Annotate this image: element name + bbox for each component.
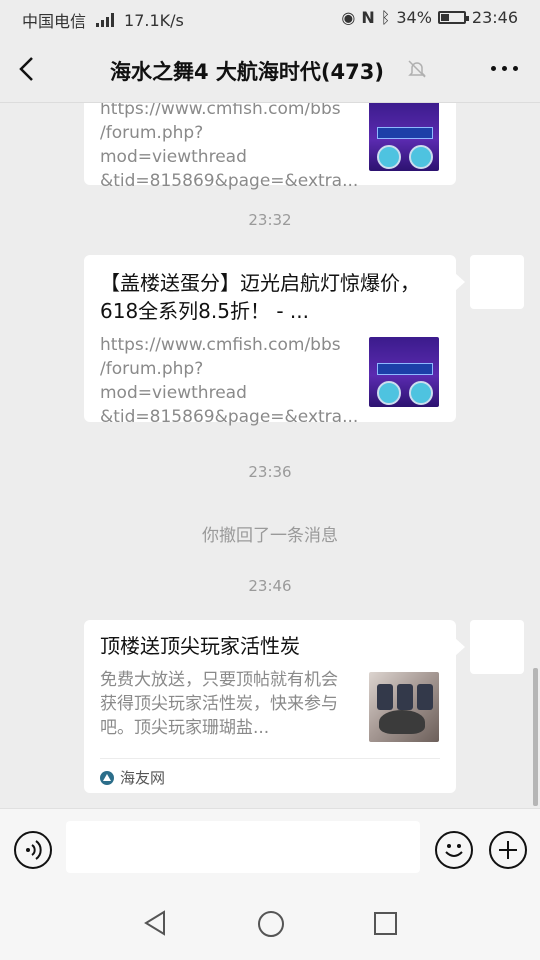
nfc-icon: N <box>361 8 375 27</box>
link-thumbnail <box>369 337 439 407</box>
more-dot <box>491 66 496 71</box>
recent-square-icon[interactable] <box>374 912 397 935</box>
timestamp: 23:36 <box>248 463 292 481</box>
link-card[interactable]: 【盖楼送蛋分】迈光启航灯惊爆价，618全系列8.5折！ - ... https:… <box>84 255 465 427</box>
back-triangle-icon[interactable] <box>143 910 167 936</box>
clock: 23:46 <box>471 8 518 27</box>
scrollbar[interactable] <box>533 668 538 806</box>
chat-header: 海水之舞4 大航海时代(473) <box>0 36 540 103</box>
bluetooth-icon: ᛒ <box>380 8 391 27</box>
carrier-label: 中国电信 <box>22 12 87 31</box>
timestamp: 23:46 <box>248 577 292 595</box>
plus-button[interactable] <box>489 831 527 869</box>
input-bar <box>0 808 540 891</box>
avatar[interactable] <box>470 255 524 309</box>
chevron-left-icon <box>19 57 33 81</box>
more-dot <box>513 66 518 71</box>
link-url: https://www.cmfish.com/bbs /forum.php?mo… <box>100 103 359 191</box>
eye-icon: ◉ <box>341 8 356 27</box>
timestamp: 23:32 <box>248 211 292 229</box>
link-source: 海友网 <box>100 758 440 788</box>
back-button[interactable] <box>14 54 42 84</box>
status-bar: 中国电信 17.1K/s ◉ N ᛒ 34% 23:46 <box>0 0 540 36</box>
network-speed: 17.1K/s <box>124 10 184 30</box>
voice-button[interactable] <box>14 831 52 869</box>
chat-area[interactable]: https://www.cmfish.com/bbs /forum.php?mo… <box>0 103 540 808</box>
link-card[interactable]: https://www.cmfish.com/bbs /forum.php?mo… <box>84 103 456 191</box>
source-name: 海友网 <box>120 769 166 787</box>
link-thumbnail <box>369 672 439 742</box>
link-title: 【盖楼送蛋分】迈光启航灯惊爆价，618全系列8.5折！ - ... <box>100 271 420 323</box>
emoji-icon <box>445 844 463 857</box>
bell-off-icon <box>408 60 426 78</box>
voice-icon <box>26 840 42 860</box>
more-button[interactable] <box>491 66 518 71</box>
system-nav-bar <box>0 890 540 960</box>
battery-percent: 34% <box>396 8 432 27</box>
battery-icon <box>437 11 469 24</box>
home-circle-icon[interactable] <box>258 911 284 937</box>
link-description: 免费大放送，只要顶帖就有机会获得顶尖玩家活性炭，快来参与吧。顶尖玩家珊瑚盐... <box>100 670 338 738</box>
message-input[interactable] <box>66 821 420 873</box>
avatar[interactable] <box>470 620 524 674</box>
link-url: https://www.cmfish.com/bbs /forum.php?mo… <box>100 335 359 427</box>
link-thumbnail <box>369 103 439 171</box>
emoji-button[interactable] <box>435 831 473 869</box>
link-title: 顶楼送顶尖玩家活性炭 <box>100 634 300 658</box>
link-card[interactable]: 顶楼送顶尖玩家活性炭 免费大放送，只要顶帖就有机会获得顶尖玩家活性炭，快来参与吧… <box>84 620 465 793</box>
source-logo-icon <box>100 770 114 785</box>
plus-icon <box>499 841 517 859</box>
more-dot <box>502 66 507 71</box>
chat-title: 海水之舞4 大航海时代(473) <box>110 60 384 84</box>
recall-notice: 你撤回了一条消息 <box>202 526 338 546</box>
signal-icon <box>96 13 115 27</box>
